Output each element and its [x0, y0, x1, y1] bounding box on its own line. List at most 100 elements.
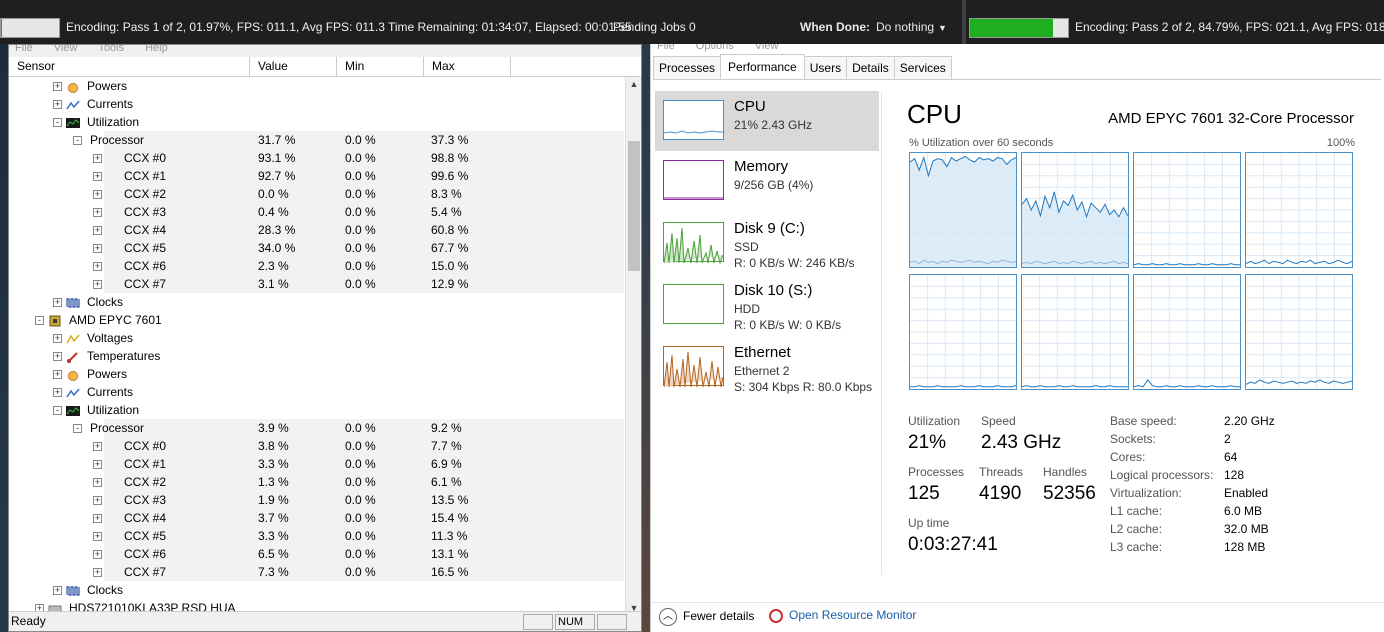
tree-node[interactable]: + CCX #3 [93, 491, 166, 509]
tree-node[interactable]: + CCX #0 [93, 149, 166, 167]
tree-row[interactable]: + Currents [9, 95, 625, 113]
menu-file[interactable]: File [657, 44, 675, 52]
tree-row[interactable]: + CCX #1 3.3 % 0.0 % 6.9 % [9, 455, 625, 473]
expand-icon[interactable]: + [53, 388, 62, 398]
tree-row[interactable]: + CCX #3 0.4 % 0.0 % 5.4 % [9, 203, 625, 221]
scroll-up-icon[interactable]: ▲ [626, 79, 641, 89]
tree-row[interactable]: + Clocks [9, 581, 625, 599]
expand-icon[interactable]: + [93, 550, 102, 560]
tree-node[interactable]: - Processor [73, 419, 144, 437]
tree-row[interactable]: + CCX #6 6.5 % 0.0 % 13.1 % [9, 545, 625, 563]
expand-icon[interactable]: + [53, 352, 62, 362]
tree-row[interactable]: + CCX #7 7.3 % 0.0 % 16.5 % [9, 563, 625, 581]
expand-icon[interactable]: + [93, 568, 102, 578]
expand-icon[interactable]: + [93, 208, 102, 218]
tree-node[interactable]: + CCX #3 [93, 203, 166, 221]
tree-row[interactable]: + Powers [9, 365, 625, 383]
tree-row[interactable]: - Processor 31.7 % 0.0 % 37.3 % [9, 131, 625, 149]
sidebar-item-disk-s[interactable]: Disk 10 (S:) HDD R: 0 KB/s W: 0 KB/s [655, 275, 879, 337]
tab-users[interactable]: Users [803, 56, 848, 79]
tree-row[interactable]: - AMD EPYC 7601 [9, 311, 625, 329]
open-resource-monitor-label[interactable]: Open Resource Monitor [789, 608, 916, 622]
expand-icon[interactable]: + [93, 442, 102, 452]
tree-node[interactable]: + Clocks [53, 293, 123, 311]
collapse-icon[interactable]: - [73, 424, 82, 434]
tree-node[interactable]: + Powers [53, 77, 127, 95]
expand-icon[interactable]: + [93, 280, 102, 290]
tree-row[interactable]: + CCX #5 3.3 % 0.0 % 11.3 % [9, 527, 625, 545]
chevron-up-icon[interactable]: ︿ [659, 608, 677, 626]
when-done-control[interactable]: When Done: Do nothing ▼ [800, 20, 947, 34]
column-sensor[interactable]: Sensor [9, 57, 250, 76]
menu-file[interactable]: File [15, 45, 33, 54]
tree-row[interactable]: + CCX #3 1.9 % 0.0 % 13.5 % [9, 491, 625, 509]
tree-node[interactable]: + CCX #5 [93, 527, 166, 545]
tree-node[interactable]: + CCX #4 [93, 509, 166, 527]
expand-icon[interactable]: + [53, 586, 62, 596]
expand-icon[interactable]: + [93, 172, 102, 182]
tree-node[interactable]: + CCX #7 [93, 275, 166, 293]
tree-node[interactable]: + Clocks [53, 581, 123, 599]
menu-options[interactable]: Options [696, 44, 734, 52]
expand-icon[interactable]: + [53, 370, 62, 380]
expand-icon[interactable]: + [93, 496, 102, 506]
tree-row[interactable]: + Temperatures [9, 347, 625, 365]
tree-row[interactable]: - Utilization [9, 401, 625, 419]
expand-icon[interactable]: + [53, 82, 62, 92]
collapse-icon[interactable]: - [53, 118, 62, 128]
tree-node[interactable]: + Currents [53, 95, 133, 113]
when-done-select[interactable]: Do nothing [876, 20, 934, 34]
menu-help[interactable]: Help [145, 45, 168, 54]
open-resource-monitor-link[interactable]: Open Resource Monitor [769, 608, 916, 623]
tree-row[interactable]: + Voltages [9, 329, 625, 347]
tree-node[interactable]: - AMD EPYC 7601 [35, 311, 162, 329]
tree-node[interactable]: + CCX #2 [93, 473, 166, 491]
tree-node[interactable]: + Temperatures [53, 347, 160, 365]
tree-row[interactable]: + CCX #2 1.3 % 0.0 % 6.1 % [9, 473, 625, 491]
tree-node[interactable]: + Powers [53, 365, 127, 383]
collapse-icon[interactable]: - [35, 316, 44, 326]
tab-processes[interactable]: Processes [653, 56, 722, 79]
expand-icon[interactable]: + [93, 154, 102, 164]
tree-row[interactable]: + Currents [9, 383, 625, 401]
expand-icon[interactable]: + [93, 244, 102, 254]
tree-row[interactable]: + CCX #6 2.3 % 0.0 % 15.0 % [9, 257, 625, 275]
expand-icon[interactable]: + [93, 460, 102, 470]
tree-node[interactable]: + CCX #1 [93, 167, 166, 185]
chevron-down-icon[interactable]: ▼ [938, 23, 947, 33]
tree-node[interactable]: + CCX #7 [93, 563, 166, 581]
tree-row[interactable]: + CCX #1 92.7 % 0.0 % 99.6 % [9, 167, 625, 185]
column-value[interactable]: Value [250, 57, 337, 76]
expand-icon[interactable]: + [93, 262, 102, 272]
expand-icon[interactable]: + [93, 226, 102, 236]
tree-row[interactable]: + CCX #2 0.0 % 0.0 % 8.3 % [9, 185, 625, 203]
tree-node[interactable]: + CCX #6 [93, 545, 166, 563]
expand-icon[interactable]: + [93, 514, 102, 524]
tree-row[interactable]: + CCX #0 3.8 % 0.0 % 7.7 % [9, 437, 625, 455]
tree-node[interactable]: + CCX #0 [93, 437, 166, 455]
tree-node[interactable]: - Utilization [53, 113, 139, 131]
tree-node[interactable]: + CCX #4 [93, 221, 166, 239]
expand-icon[interactable]: + [93, 190, 102, 200]
tab-services[interactable]: Services [893, 56, 952, 79]
tree-node[interactable]: - Utilization [53, 401, 139, 419]
expand-icon[interactable]: + [53, 100, 62, 110]
tree-row[interactable]: - Processor 3.9 % 0.0 % 9.2 % [9, 419, 625, 437]
fewer-details-button[interactable]: ︿ Fewer details [659, 608, 754, 626]
fewer-details-label[interactable]: Fewer details [683, 609, 754, 623]
menu-view[interactable]: View [54, 45, 78, 54]
tree-row[interactable]: - Utilization [9, 113, 625, 131]
tree-row[interactable]: + CCX #4 3.7 % 0.0 % 15.4 % [9, 509, 625, 527]
collapse-icon[interactable]: - [53, 406, 62, 416]
collapse-icon[interactable]: - [73, 136, 82, 146]
tab-performance[interactable]: Performance [720, 54, 805, 79]
column-max[interactable]: Max [424, 57, 511, 76]
tree-node[interactable]: + CCX #1 [93, 455, 166, 473]
tree-row[interactable]: + CCX #5 34.0 % 0.0 % 67.7 % [9, 239, 625, 257]
sensor-scrollbar[interactable]: ▲ ▼ [625, 77, 641, 615]
sidebar-item-cpu[interactable]: CPU 21% 2.43 GHz [655, 91, 879, 151]
tree-node[interactable]: - Processor [73, 131, 144, 149]
expand-icon[interactable]: + [93, 478, 102, 488]
sidebar-item-memory[interactable]: Memory 9/256 GB (4%) [655, 151, 879, 213]
tree-node[interactable]: + Currents [53, 383, 133, 401]
